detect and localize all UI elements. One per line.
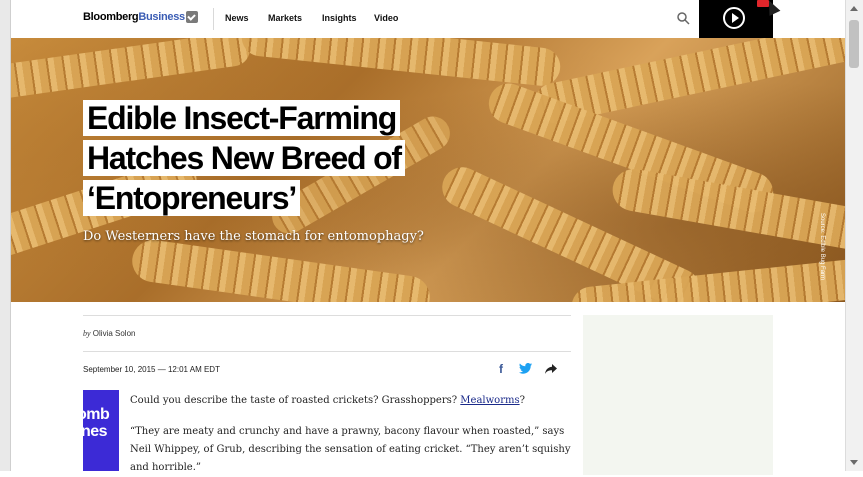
menu-toggle-icon[interactable] (186, 11, 198, 23)
nav-link-video[interactable]: Video (374, 13, 398, 23)
tile-line-2: ines (83, 423, 108, 440)
hero-worm (239, 38, 563, 88)
scroll-down-icon[interactable] (850, 460, 858, 465)
article-paragraph-2: “They are meaty and crunchy and have a p… (130, 423, 570, 477)
window-edge (0, 0, 11, 471)
headline-line-1: Edible Insect-Farming (83, 100, 401, 136)
hero-image: Edible Insect-Farming Hatches New Breed … (11, 38, 846, 302)
top-nav: BloombergBusiness News Markets Insights … (11, 0, 846, 38)
headline-line-3: ‘Entopreneurs’ (83, 180, 301, 216)
paragraph-line: Neil Whippey, of Grub, describing the se… (130, 444, 571, 455)
scroll-thumb[interactable] (849, 20, 859, 68)
hero-worm (11, 38, 253, 100)
tile-line-1: omb (83, 406, 110, 423)
paragraph-text: ? (519, 395, 525, 406)
author-name[interactable]: Olivia Solon (93, 329, 136, 338)
vertical-scrollbar[interactable] (845, 0, 863, 471)
facebook-icon[interactable]: f (499, 362, 503, 376)
share-arrow-icon[interactable] (545, 364, 557, 374)
scroll-up-icon[interactable] (850, 6, 858, 11)
headline-dek: Do Westerners have the stomach for entom… (83, 229, 424, 244)
tile-text: omb ines (83, 406, 110, 440)
nav-link-insights[interactable]: Insights (322, 13, 357, 23)
bloomberg-promo-tile[interactable]: omb ines (83, 390, 119, 471)
publish-date: September 10, 2015 — 12:01 AM EDT (83, 365, 220, 374)
play-icon (723, 7, 745, 29)
twitter-icon[interactable] (519, 363, 532, 374)
brand-logo[interactable]: BloombergBusiness (83, 11, 185, 23)
divider (83, 351, 571, 352)
mealworms-link[interactable]: Mealworms (460, 395, 519, 406)
article-paragraph-1: Could you describe the taste of roasted … (130, 392, 525, 410)
byline-prefix: by (83, 329, 91, 338)
headline-line-2: Hatches New Breed of (83, 140, 405, 176)
search-icon[interactable] (676, 11, 690, 25)
paragraph-text: Could you describe the taste of roasted … (130, 395, 458, 406)
sidebar-ad-slot (583, 315, 773, 475)
divider (83, 315, 571, 316)
hero-worm (129, 237, 433, 302)
nav-link-markets[interactable]: Markets (268, 13, 302, 23)
brand-name-part2: Business (138, 11, 185, 23)
photo-credit: Source: Edible Bug Farm (819, 213, 825, 281)
live-video-button[interactable] (699, 0, 773, 38)
byline: by Olivia Solon (83, 329, 135, 338)
paragraph-line: and horrible.” (130, 462, 202, 473)
nav-divider (213, 8, 214, 30)
nav-link-news[interactable]: News (225, 13, 249, 23)
paragraph-line: “They are meaty and crunchy and have a p… (130, 426, 565, 437)
brand-name-part1: Bloomberg (83, 11, 139, 23)
